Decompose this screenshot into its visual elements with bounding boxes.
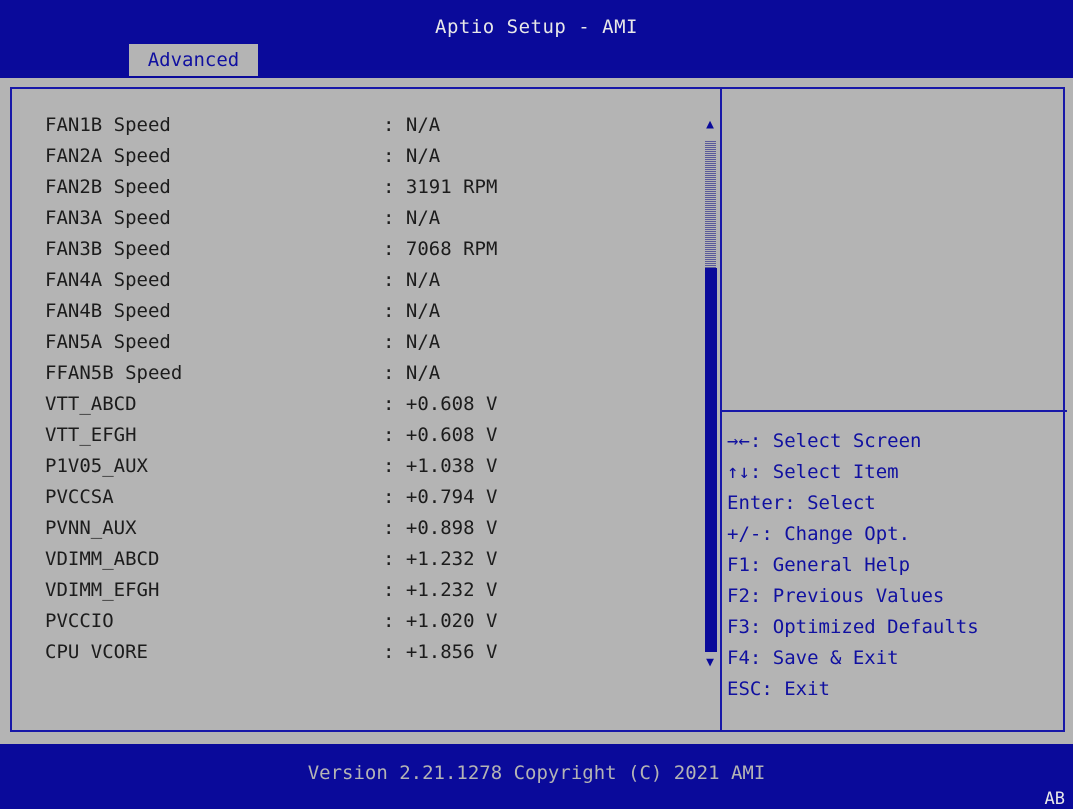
item-label: FAN3A Speed: [45, 207, 171, 229]
item-value: : N/A: [383, 300, 441, 322]
list-item-fan5a[interactable]: FAN5A Speed : N/A: [45, 331, 695, 361]
help-optimized-defaults: F3: Optimized Defaults: [727, 616, 979, 638]
item-label: FAN3B Speed: [45, 238, 171, 260]
help-enter-select: Enter: Select: [727, 492, 876, 514]
list-item-pvccio[interactable]: PVCCIO : +1.020 V: [45, 610, 695, 640]
help-save-exit: F4: Save & Exit: [727, 647, 899, 669]
item-value: : +1.038 V: [383, 455, 498, 477]
item-value: : +1.856 V: [383, 641, 498, 663]
item-value: : N/A: [383, 145, 441, 167]
item-label: PVNN_AUX: [45, 517, 137, 539]
item-value: : +1.232 V: [383, 548, 498, 570]
list-item-fan3a[interactable]: FAN3A Speed : N/A: [45, 207, 695, 237]
list-item-vtt-efgh[interactable]: VTT_EFGH : +0.608 V: [45, 424, 695, 454]
app-title: Aptio Setup - AMI: [435, 16, 638, 38]
item-label: FAN4A Speed: [45, 269, 171, 291]
item-label: VDIMM_EFGH: [45, 579, 160, 601]
help-divider: [722, 410, 1067, 412]
list-item-fan2b[interactable]: FAN2B Speed : 3191 RPM: [45, 176, 695, 206]
item-value: : N/A: [383, 362, 441, 384]
item-label: FAN1B Speed: [45, 114, 171, 136]
item-value: : +0.608 V: [383, 424, 498, 446]
item-label: P1V05_AUX: [45, 455, 148, 477]
item-value: : N/A: [383, 207, 441, 229]
list-item-vdimm-abcd[interactable]: VDIMM_ABCD : +1.232 V: [45, 548, 695, 578]
list-item-cpu-vcore[interactable]: CPU VCORE : +1.856 V: [45, 641, 695, 671]
list-item-pvnn-aux[interactable]: PVNN_AUX : +0.898 V: [45, 517, 695, 547]
list-item-fan2a[interactable]: FAN2A Speed : N/A: [45, 145, 695, 175]
item-value: : +1.232 V: [383, 579, 498, 601]
list-item-p1v05-aux[interactable]: P1V05_AUX : +1.038 V: [45, 455, 695, 485]
version-text: Version 2.21.1278 Copyright (C) 2021 AMI: [307, 762, 766, 784]
tab-advanced[interactable]: Advanced: [129, 44, 258, 76]
main-panel: FAN1B Speed : N/A FAN2A Speed : N/A FAN2B …: [0, 78, 1073, 744]
item-value: : N/A: [383, 331, 441, 353]
help-esc-exit: ESC: Exit: [727, 678, 830, 700]
item-label: VDIMM_ABCD: [45, 548, 160, 570]
list-item-vtt-abcd[interactable]: VTT_ABCD : +0.608 V: [45, 393, 695, 423]
list-item-fan4b[interactable]: FAN4B Speed : N/A: [45, 300, 695, 330]
scrollbar-thumb[interactable]: [705, 268, 717, 652]
item-label: FAN5A Speed: [45, 331, 171, 353]
item-label: FAN2A Speed: [45, 145, 171, 167]
item-label: CPU VCORE: [45, 641, 148, 663]
scrollbar[interactable]: ▲ ▼: [703, 118, 717, 724]
help-select-item: ↑↓: Select Item: [727, 461, 899, 483]
item-value: : +0.608 V: [383, 393, 498, 415]
title-bar: Aptio Setup - AMI Advanced: [0, 0, 1073, 78]
item-value: : +0.794 V: [383, 486, 498, 508]
item-label: VTT_ABCD: [45, 393, 137, 415]
item-value: : N/A: [383, 114, 441, 136]
item-label: FAN2B Speed: [45, 176, 171, 198]
scrollbar-track-upper: [705, 140, 716, 268]
help-change-opt: +/-: Change Opt.: [727, 523, 911, 545]
item-label: PVCCIO: [45, 610, 114, 632]
item-value: : 3191 RPM: [383, 176, 498, 198]
list-item-fan1b[interactable]: FAN1B Speed : N/A: [45, 114, 695, 144]
item-value: : +0.898 V: [383, 517, 498, 539]
list-item-ffan5b[interactable]: FFAN5B Speed : N/A: [45, 362, 695, 392]
list-item-pvccsa[interactable]: PVCCSA : +0.794 V: [45, 486, 695, 516]
scroll-down-arrow-icon[interactable]: ▼: [703, 656, 717, 670]
post-code: AB: [1044, 789, 1065, 809]
footer-bar: Version 2.21.1278 Copyright (C) 2021 AMI…: [0, 744, 1073, 809]
item-label: FAN4B Speed: [45, 300, 171, 322]
help-previous-values: F2: Previous Values: [727, 585, 945, 607]
list-item-vdimm-efgh[interactable]: VDIMM_EFGH : +1.232 V: [45, 579, 695, 609]
list-item-fan3b[interactable]: FAN3B Speed : 7068 RPM: [45, 238, 695, 268]
list-item-fan4a[interactable]: FAN4A Speed : N/A: [45, 269, 695, 299]
help-general-help: F1: General Help: [727, 554, 911, 576]
item-label: PVCCSA: [45, 486, 114, 508]
item-value: : N/A: [383, 269, 441, 291]
help-select-screen: →←: Select Screen: [727, 430, 922, 452]
item-label: FFAN5B Speed: [45, 362, 183, 384]
item-value: : +1.020 V: [383, 610, 498, 632]
item-value: : 7068 RPM: [383, 238, 498, 260]
scroll-up-arrow-icon[interactable]: ▲: [703, 118, 717, 132]
item-label: VTT_EFGH: [45, 424, 137, 446]
